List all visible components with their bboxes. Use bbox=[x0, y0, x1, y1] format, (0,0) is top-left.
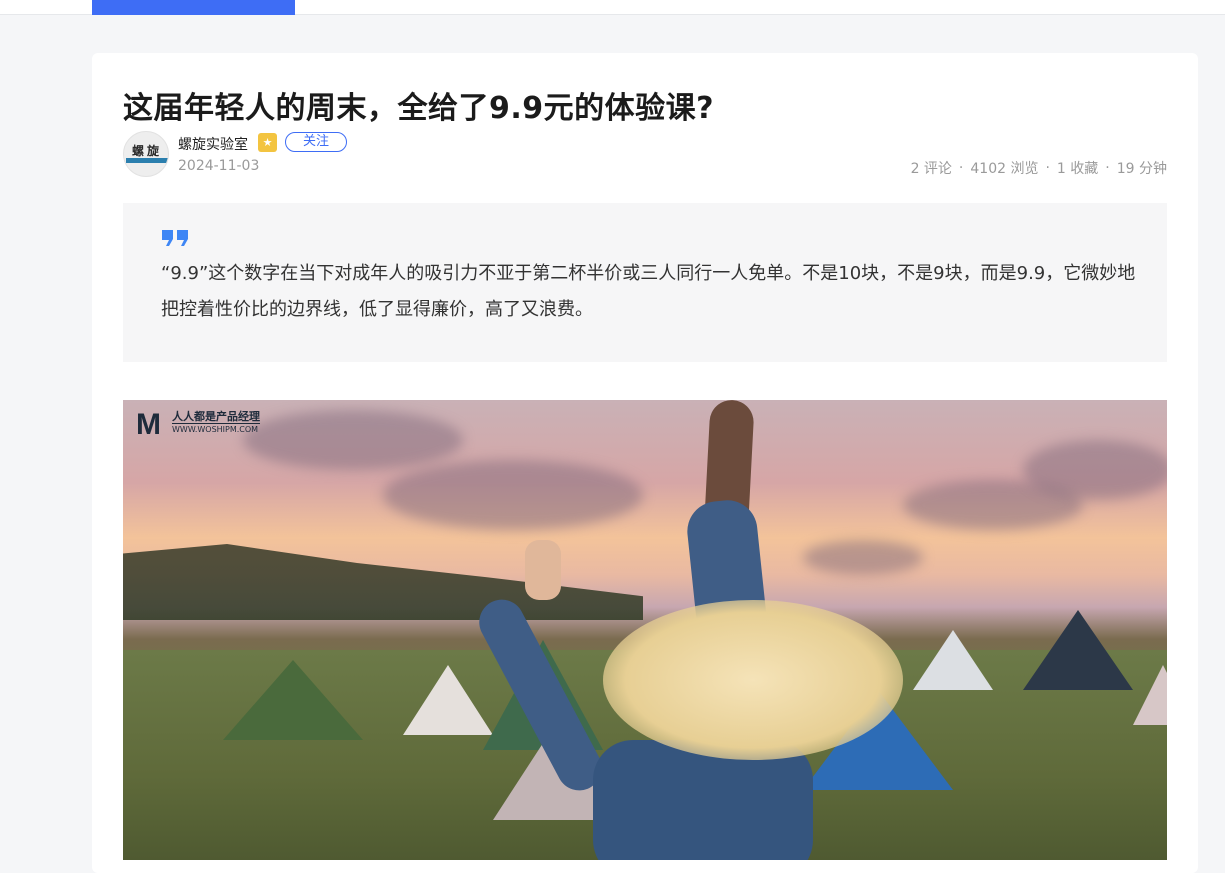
article-title: 这届年轻人的周末，全给了9.9元的体验课? bbox=[123, 91, 715, 126]
follow-button[interactable]: 关注 bbox=[285, 132, 347, 152]
article-card: 这届年轻人的周末，全给了9.9元的体验课? 螺旋 螺旋实验室 ★ 关注 2024… bbox=[92, 53, 1198, 873]
comment-count[interactable]: 2 评论 bbox=[911, 158, 952, 178]
author-avatar[interactable]: 螺旋 bbox=[123, 131, 169, 177]
treeline bbox=[123, 544, 643, 620]
view-count: 4102 浏览 bbox=[970, 161, 1039, 177]
vip-star-icon: ★ bbox=[258, 133, 277, 152]
stats-separator: · bbox=[1105, 160, 1110, 176]
article-summary-quote: “9.9”这个数字在当下对成年人的吸引力不亚于第二杯半价或三人同行一人免单。不是… bbox=[123, 203, 1167, 362]
summary-text: “9.9”这个数字在当下对成年人的吸引力不亚于第二杯半价或三人同行一人免单。不是… bbox=[161, 263, 1136, 320]
author-name[interactable]: 螺旋实验室 bbox=[178, 134, 248, 154]
avatar-logo-band bbox=[126, 158, 168, 163]
top-nav-active-indicator[interactable] bbox=[92, 0, 295, 15]
watermark-line2: WWW.WOSHIPM.COM bbox=[172, 423, 260, 434]
favorite-count[interactable]: 1 收藏 bbox=[1057, 158, 1098, 178]
watermark-line1: 人人都是产品经理 bbox=[172, 410, 260, 423]
stats-separator: · bbox=[1045, 160, 1050, 176]
read-time: 19 分钟 bbox=[1116, 161, 1167, 177]
stats-separator: · bbox=[958, 160, 964, 176]
top-nav-bar bbox=[0, 0, 1225, 15]
watermark-logo: M bbox=[136, 408, 161, 441]
publish-date: 2024-11-03 bbox=[178, 158, 260, 174]
article-stats: 2 评论 · 4102 浏览 · 1 收藏 · 19 分钟 bbox=[911, 158, 1167, 178]
avatar-logo-text: 螺旋 bbox=[131, 144, 162, 158]
watermark: M 人人都是产品经理 WWW.WOSHIPM.COM bbox=[136, 410, 260, 440]
hero-image: M 人人都是产品经理 WWW.WOSHIPM.COM bbox=[123, 400, 1167, 860]
quote-icon bbox=[162, 230, 188, 246]
